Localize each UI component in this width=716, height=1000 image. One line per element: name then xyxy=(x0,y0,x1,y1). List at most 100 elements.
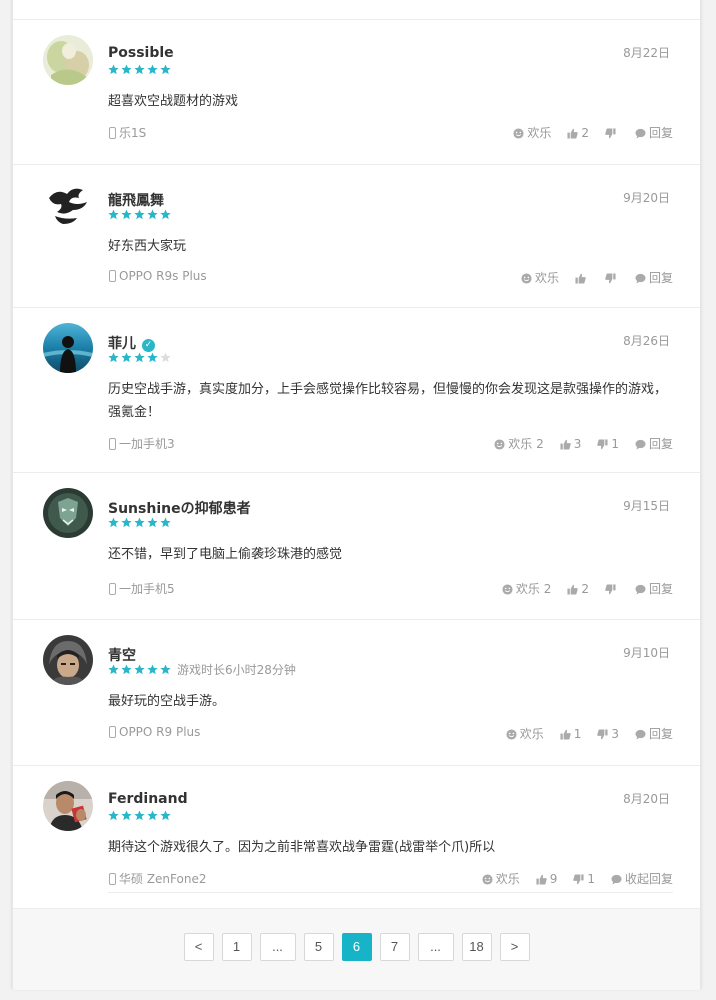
star-filled-icon xyxy=(147,664,158,675)
device-info: 华硕 ZenFone2 xyxy=(109,870,206,887)
page-number[interactable]: 5 xyxy=(303,933,334,961)
review-actions: 欢乐 回复 xyxy=(505,269,673,286)
star-filled-icon xyxy=(160,209,171,220)
review-item: 龍飛鳳舞 9月20日 好东西大家玩 OPPO R9s Plus 欢乐 回复 xyxy=(13,164,700,308)
review-actions: 欢乐 2 3 1 回复 xyxy=(478,435,673,452)
device-info: OPPO R9s Plus xyxy=(109,269,207,283)
star-rating xyxy=(108,517,173,529)
reviewer-name[interactable]: Sunshineの抑郁患者 xyxy=(108,501,251,517)
reply-label: 回复 xyxy=(648,271,673,285)
page-current[interactable]: 6 xyxy=(341,933,372,961)
fun-button[interactable]: 欢乐 xyxy=(506,725,544,742)
device-name: 一加手机5 xyxy=(119,582,175,596)
fun-button[interactable]: 欢乐 2 xyxy=(502,580,551,597)
review-text: 最好玩的空战手游。 xyxy=(108,694,226,709)
reviewer-name[interactable]: Possible xyxy=(108,45,174,61)
reply-button[interactable]: 回复 xyxy=(635,124,673,141)
device-info: 乐1S xyxy=(109,124,146,141)
phone-icon xyxy=(109,127,116,139)
device-name: OPPO R9 Plus xyxy=(119,725,201,739)
reviewer-name[interactable]: 龍飛鳳舞 xyxy=(108,193,164,209)
like-button[interactable]: 2 xyxy=(567,126,589,140)
star-filled-icon xyxy=(147,517,158,528)
fun-label: 欢乐 xyxy=(519,727,544,741)
review-item: 菲儿 ✓ 8月26日 历史空战手游，真实度加分，上手会感觉操作比较容易，但慢慢的你会发… xyxy=(13,307,700,473)
thumbs-up-icon xyxy=(567,582,581,596)
reply-label: 回复 xyxy=(648,126,673,140)
device-name: 乐1S xyxy=(119,126,147,140)
star-filled-icon xyxy=(121,352,132,363)
phone-icon xyxy=(109,583,116,595)
dislike-count: 1 xyxy=(611,437,619,451)
star-filled-icon xyxy=(160,517,171,528)
avatar[interactable] xyxy=(43,180,93,230)
fun-button[interactable]: 欢乐 2 xyxy=(494,435,544,452)
fun-button[interactable]: 欢乐 xyxy=(482,870,520,887)
smile-icon xyxy=(494,437,508,451)
thumbs-down-icon xyxy=(597,437,611,451)
fun-button[interactable]: 欢乐 xyxy=(521,269,559,286)
star-filled-icon xyxy=(108,209,119,220)
reviewer-name[interactable]: 青空 xyxy=(108,648,136,664)
star-filled-icon xyxy=(121,517,132,528)
star-empty-icon xyxy=(160,352,171,363)
dislike-button[interactable] xyxy=(605,126,619,140)
dislike-button[interactable]: 1 xyxy=(597,437,619,451)
comment-icon xyxy=(635,271,649,285)
reply-button[interactable]: 回复 xyxy=(635,725,673,742)
thumbs-down-icon xyxy=(605,271,619,285)
next-page-button[interactable]: > xyxy=(499,933,530,961)
star-filled-icon xyxy=(121,664,132,675)
like-button[interactable]: 9 xyxy=(536,872,557,886)
reviewer-name[interactable]: 菲儿 xyxy=(108,336,136,352)
thumbs-up-icon xyxy=(560,437,574,451)
thumbs-up-icon xyxy=(567,126,581,140)
review-actions: 欢乐 2 回复 xyxy=(497,124,673,141)
comment-icon xyxy=(635,126,649,140)
avatar[interactable] xyxy=(43,488,93,538)
star-filled-icon xyxy=(108,352,119,363)
avatar[interactable] xyxy=(43,635,93,685)
review-actions: 欢乐 1 3 回复 xyxy=(490,725,673,742)
page-number[interactable]: 7 xyxy=(379,933,410,961)
review-item: Sunshineの抑郁患者 9月15日 还不错，早到了电脑上偷袭珍珠港的感觉 一加手机… xyxy=(13,472,700,620)
thumbs-down-icon xyxy=(573,872,587,886)
device-info: 一加手机5 xyxy=(109,580,175,597)
pagination-ellipsis[interactable]: ... xyxy=(417,933,454,961)
like-button[interactable]: 1 xyxy=(560,727,581,741)
smile-icon xyxy=(502,582,516,596)
dislike-count: 1 xyxy=(587,872,595,886)
reviewer-name[interactable]: Ferdinand xyxy=(108,791,188,807)
comment-icon xyxy=(611,872,625,886)
fun-button[interactable]: 欢乐 xyxy=(513,124,551,141)
like-button[interactable]: 3 xyxy=(560,437,581,451)
reply-button[interactable]: 回复 xyxy=(635,580,673,597)
fun-label: 欢乐 xyxy=(495,872,520,886)
dislike-button[interactable]: 1 xyxy=(573,872,595,886)
avatar[interactable] xyxy=(43,781,93,831)
dislike-button[interactable]: 3 xyxy=(597,727,619,741)
star-filled-icon xyxy=(134,64,145,75)
reply-label: 回复 xyxy=(648,437,673,451)
star-filled-icon xyxy=(121,64,132,75)
dislike-button[interactable] xyxy=(605,271,619,285)
like-button[interactable]: 2 xyxy=(567,582,589,596)
avatar[interactable] xyxy=(43,323,93,373)
phone-icon xyxy=(109,270,116,282)
comment-icon xyxy=(635,437,649,451)
reply-button[interactable]: 回复 xyxy=(635,435,673,452)
star-filled-icon xyxy=(160,664,171,675)
device-name: OPPO R9s Plus xyxy=(119,269,207,283)
reply-button[interactable]: 回复 xyxy=(635,269,673,286)
prev-page-button[interactable]: < xyxy=(183,933,214,961)
page-number[interactable]: 1 xyxy=(221,933,252,961)
reply-label: 收起回复 xyxy=(624,872,673,886)
like-button[interactable] xyxy=(575,271,589,285)
reply-button[interactable]: 收起回复 xyxy=(611,870,673,887)
star-rating xyxy=(108,810,173,822)
page-number[interactable]: 18 xyxy=(461,933,492,961)
pagination-ellipsis[interactable]: ... xyxy=(259,933,296,961)
fun-label: 欢乐 xyxy=(534,271,559,285)
avatar[interactable] xyxy=(43,35,93,85)
dislike-button[interactable] xyxy=(605,582,619,596)
